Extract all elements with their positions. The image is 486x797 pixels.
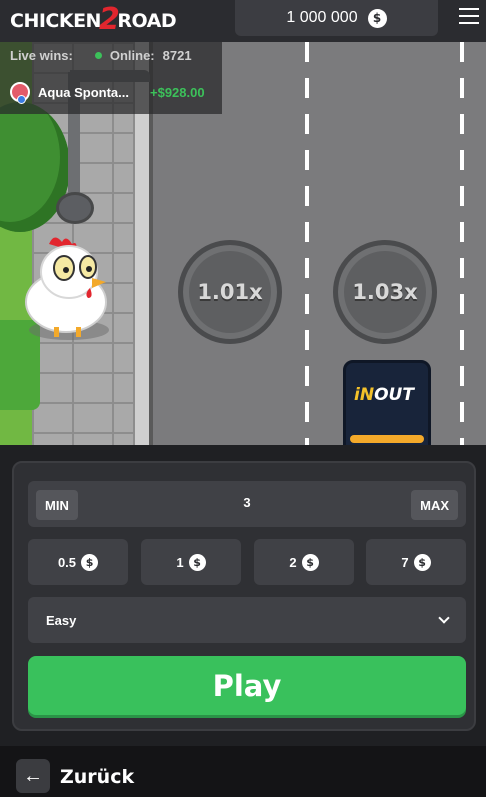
difficulty-select[interactable]: Easy (28, 597, 466, 643)
lane-divider (305, 42, 309, 445)
manhole-multiplier[interactable]: 1.01x (178, 240, 282, 344)
top-bar: CHICKEN 2 ROAD 1 000 000 $ (0, 0, 486, 42)
bet-amount-row: MIN 3 MAX (28, 481, 466, 527)
manhole-multiplier[interactable]: 1.03x (333, 240, 437, 344)
hamburger-menu-icon[interactable] (459, 8, 479, 26)
multiplier-label: 1.03x (352, 280, 418, 304)
player-name: Aqua Sponta... (38, 84, 129, 100)
avatar (10, 82, 30, 104)
back-label[interactable]: Zurück (60, 766, 134, 788)
max-bet-button[interactable]: MAX (411, 490, 458, 520)
chicken-character (25, 237, 109, 340)
dollar-coin-icon: $ (81, 553, 99, 571)
bet-amount-input[interactable]: 3 (28, 495, 466, 510)
street-lamp-base (56, 192, 94, 224)
balance-amount: 1 000 000 (286, 9, 358, 26)
online-label: Online: (109, 48, 155, 63)
truck-stripe (350, 435, 424, 443)
chevron-down-icon (438, 612, 450, 624)
live-wins-panel: Live wins: Online: 8721 Aqua Sponta... +… (0, 42, 222, 114)
online-status-dot (94, 52, 102, 59)
footer-bar: ← Zurück (0, 746, 486, 797)
win-amount: +$928.00 (150, 84, 205, 100)
difficulty-value: Easy (46, 612, 77, 628)
multiplier-label: 1.01x (197, 280, 263, 304)
truck-brand: iNOUT (354, 385, 414, 405)
quick-bet-button[interactable]: 7 $ (366, 539, 466, 585)
quick-bet-button[interactable]: 0.5 $ (28, 539, 128, 585)
back-arrow-icon[interactable]: ← (16, 759, 50, 793)
logo-text-right: ROAD (117, 10, 177, 32)
logo-number: 2 (98, 1, 120, 37)
dollar-coin-icon: $ (413, 553, 431, 571)
dollar-coin-icon: $ (301, 553, 319, 571)
quick-bet-button[interactable]: 1 $ (141, 539, 241, 585)
online-count: 8721 (162, 48, 192, 63)
play-button[interactable]: Play (28, 656, 466, 715)
game-logo: CHICKEN 2 ROAD (10, 2, 177, 37)
dollar-coin-icon: $ (367, 8, 387, 28)
live-wins-label: Live wins: (10, 48, 73, 63)
bet-controls-panel: MIN 3 MAX 0.5 $ 1 $ 2 $ 7 $ Easy Play (12, 461, 476, 731)
quick-bet-button[interactable]: 2 $ (254, 539, 354, 585)
balance-display: 1 000 000 $ (235, 0, 438, 36)
logo-text-left: CHICKEN (10, 10, 101, 32)
lane-divider (460, 42, 464, 445)
dollar-coin-icon: $ (188, 553, 206, 571)
truck-obstacle: iNOUT (343, 360, 431, 445)
